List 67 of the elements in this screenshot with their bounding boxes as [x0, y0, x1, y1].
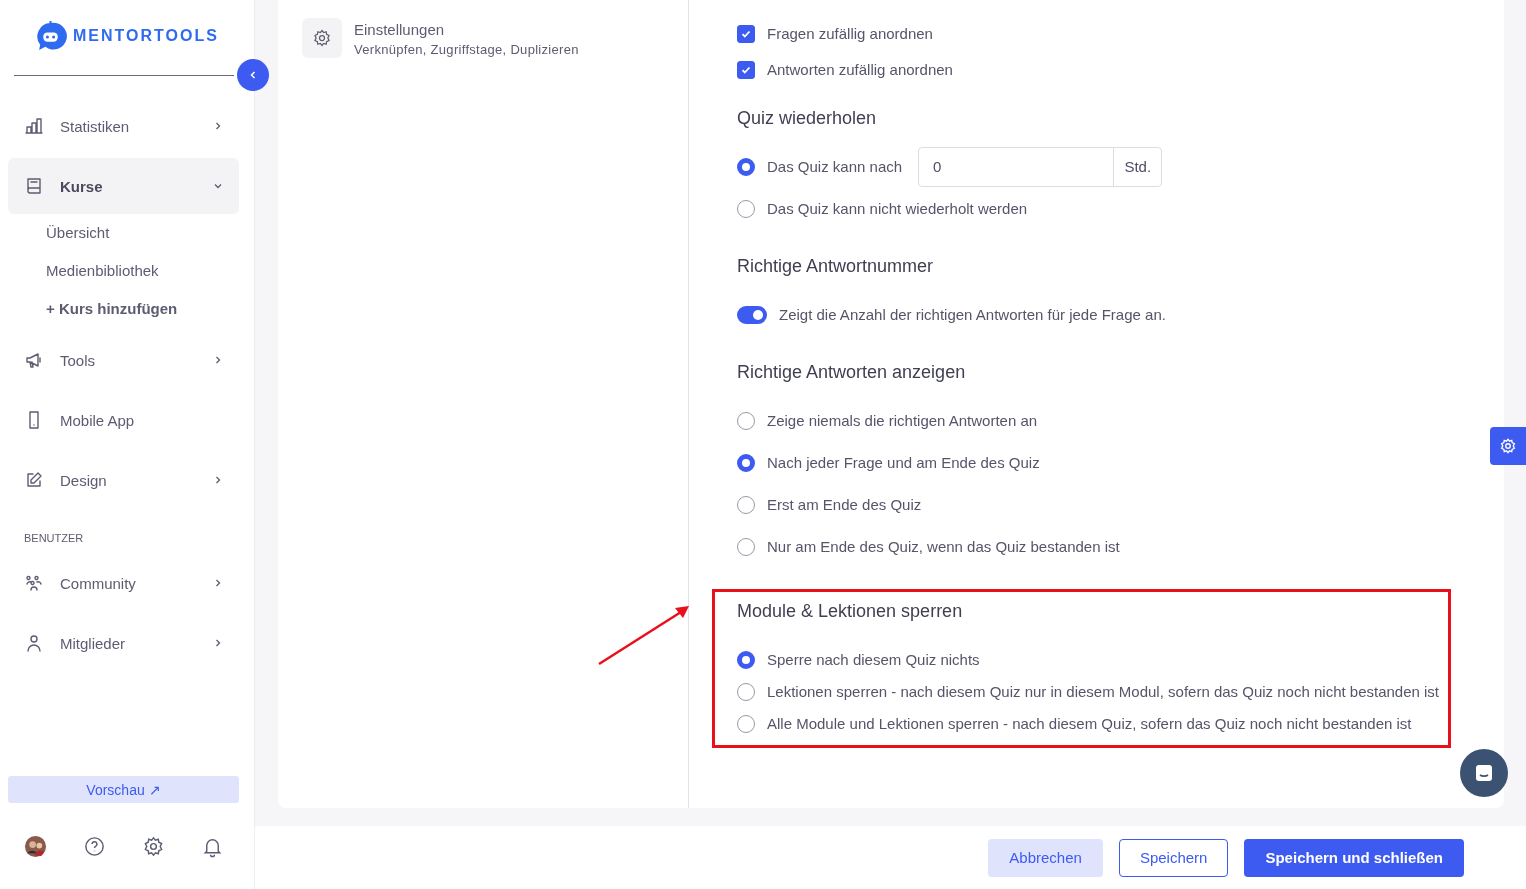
- settings-nav-item[interactable]: Einstellungen Verknüpfen, Zugriffstage, Duplizieren: [278, 0, 688, 76]
- checkbox[interactable]: [737, 61, 755, 79]
- nav-item[interactable]: Design: [8, 452, 239, 508]
- nav-item[interactable]: Tools: [8, 332, 239, 388]
- radio-button[interactable]: [737, 412, 755, 430]
- collapse-sidebar-button[interactable]: [237, 59, 269, 91]
- radio-label: Erst am Ende des Quiz: [767, 495, 922, 515]
- submenu-link[interactable]: Medienbibliothek: [8, 252, 239, 290]
- radio-label: Nach jeder Frage und am Ende des Quiz: [767, 453, 1040, 473]
- footer-button[interactable]: Speichern: [1118, 838, 1229, 877]
- megaphone-icon: [24, 350, 44, 370]
- submenu-link[interactable]: + Kurs hinzufügen: [8, 290, 239, 328]
- pencil-icon: [24, 470, 44, 490]
- radio-button[interactable]: [737, 538, 755, 556]
- section-heading: Richtige Antwortnummer: [737, 255, 935, 278]
- settings-subtitle: Verknüpfen, Zugriffstage, Duplizieren: [354, 42, 579, 57]
- radio-label: Alle Module und Lektionen sperren - nach diesem Quiz, sofern das Quiz noch nicht bestanden ist: [767, 714, 1412, 734]
- help-icon[interactable]: [83, 834, 106, 858]
- submenu-link[interactable]: Übersicht: [8, 214, 239, 252]
- toggle-label: Zeigt die Anzahl der richtigen Antworten für jede Frage an.: [779, 305, 1166, 325]
- checkbox[interactable]: [737, 25, 755, 43]
- logo-text: MENTORTOOLS: [73, 27, 219, 45]
- chevron-left-icon: [248, 70, 258, 80]
- footer-button[interactable]: Speichern und schließen: [1244, 838, 1464, 877]
- section-heading: Quiz wiederholen: [737, 107, 878, 130]
- users-icon: [24, 573, 44, 593]
- radio-label: Lektionen sperren - nach diesem Quiz nur in diesem Modul, sofern das Quiz noch nicht bestanden ist: [767, 682, 1440, 702]
- unit-addon: Std.: [1113, 148, 1162, 186]
- footer-button[interactable]: Abbrechen: [988, 838, 1103, 877]
- chat-icon: [1473, 762, 1495, 784]
- avatar-icon[interactable]: [24, 834, 47, 858]
- checkbox-label: Fragen zufällig anordnen: [767, 24, 933, 44]
- checkbox-label: Antworten zufällig anordnen: [767, 60, 953, 80]
- section-label: BENUTZER: [23, 531, 85, 546]
- radio-button[interactable]: [737, 454, 755, 472]
- radio-button[interactable]: [737, 651, 755, 669]
- nav-item[interactable]: Statistiken: [8, 98, 239, 154]
- hours-input[interactable]: 0 Std.: [918, 147, 1163, 187]
- user-icon: [24, 633, 44, 653]
- settings-icon: [1499, 437, 1517, 455]
- check-icon: [740, 28, 752, 40]
- nav-item[interactable]: Mitglieder: [8, 615, 239, 671]
- robot-logo-icon: [34, 19, 67, 53]
- radio-label: Sperre nach diesem Quiz nichts: [767, 650, 980, 670]
- radio-label: Zeige niemals die richtigen Antworten an: [767, 411, 1038, 431]
- settings-tab-button[interactable]: [1490, 427, 1526, 465]
- settings-icon: [312, 28, 332, 48]
- bar-chart-icon: [24, 116, 44, 136]
- preview-button[interactable]: Vorschau ↗: [8, 776, 239, 803]
- radio-label: Das Quiz kann nicht wiederholt werden: [767, 199, 1028, 219]
- radio-label: Nur am Ende des Quiz, wenn das Quiz bestanden ist: [767, 537, 1120, 557]
- toggle-switch[interactable]: [737, 306, 767, 324]
- section-heading: Module & Lektionen sperren: [737, 600, 964, 623]
- radio-button[interactable]: [737, 200, 755, 218]
- radio-button[interactable]: [737, 496, 755, 514]
- check-icon: [740, 64, 752, 76]
- radio-button[interactable]: [737, 715, 755, 733]
- radio-label: Das Quiz kann nach: [767, 157, 903, 177]
- nav-item[interactable]: Mobile App: [8, 392, 239, 448]
- section-heading: Richtige Antworten anzeigen: [737, 361, 967, 384]
- book-icon: [24, 176, 44, 196]
- settings-icon[interactable]: [142, 834, 165, 858]
- nav-item[interactable]: Kurse: [8, 158, 239, 214]
- nav-item[interactable]: Community: [8, 555, 239, 611]
- radio-button[interactable]: [737, 683, 755, 701]
- settings-title: Einstellungen: [354, 21, 446, 38]
- radio-button[interactable]: [737, 158, 755, 176]
